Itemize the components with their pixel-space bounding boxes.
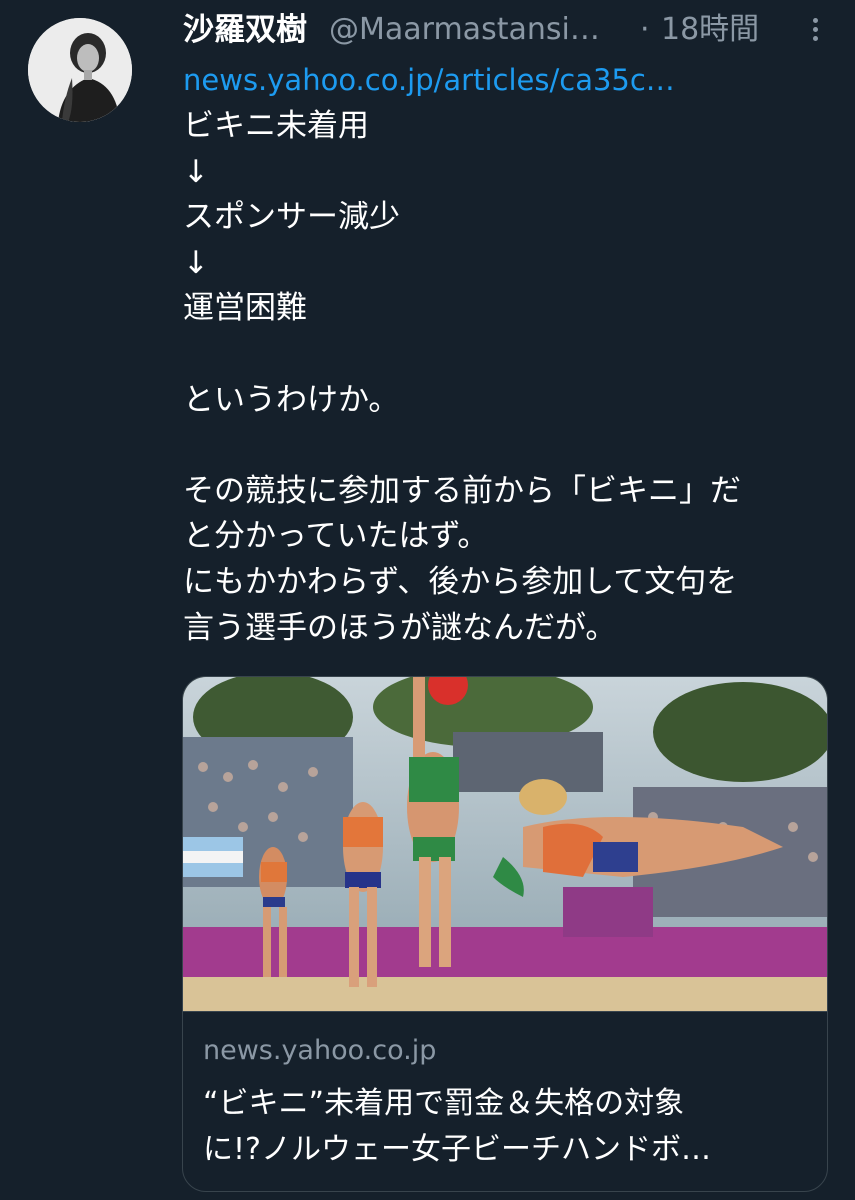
tweet-header: 沙羅双樹 @Maarmastansi… · 18時間 [183,10,833,50]
separator-dot: · [640,12,650,47]
tweet-timestamp[interactable]: 18時間 [661,10,759,50]
card-title[interactable]: “ビキニ”未着用で罰金＆失格の対象 に!?ノルウェー女子ビーチハンドボ… [203,1081,803,1181]
avatar-photo [28,18,132,122]
card-domain: news.yahoo.co.jp [203,1035,437,1066]
link-preview-card[interactable]: news.yahoo.co.jp “ビキニ”未着用で罰金＆失格の対象 に!?ノル… [182,676,828,1192]
tweet-text: ビキニ未着用 ↓ スポンサー減少 ↓ 運営困難 というわけか。 その競技に参加す… [183,108,741,646]
more-vertical-icon[interactable] [809,10,821,50]
beach-handball-photo [183,677,827,1011]
avatar[interactable] [28,18,132,122]
author-handle[interactable]: @Maarmastansi… [329,10,629,50]
article-link[interactable]: news.yahoo.co.jp/articles/ca35c… [183,60,675,100]
author-name[interactable]: 沙羅双樹 [183,10,307,50]
card-image[interactable] [183,677,827,1012]
